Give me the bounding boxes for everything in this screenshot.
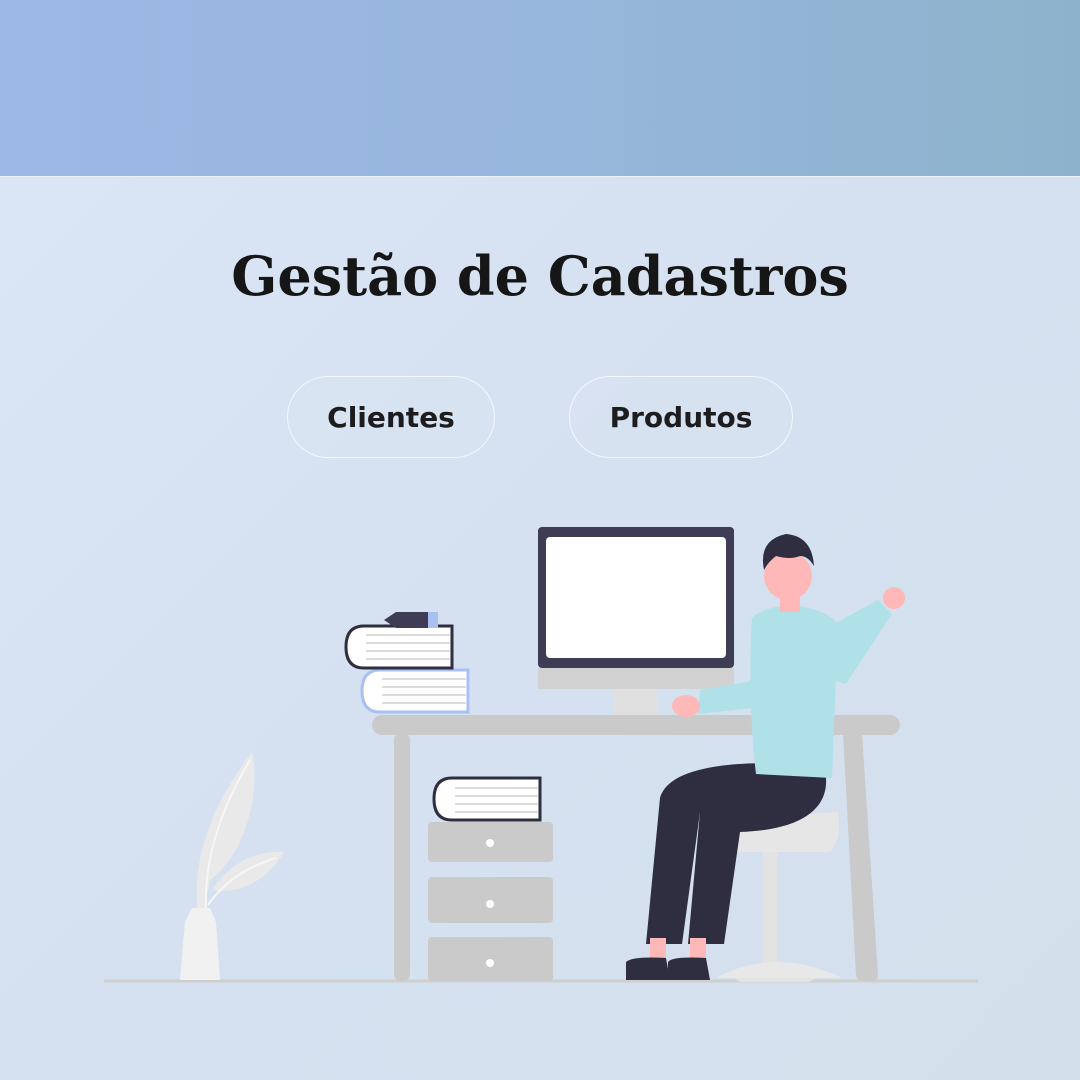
monitor-icon — [538, 527, 734, 715]
book-icon — [432, 776, 542, 822]
top-banner — [0, 0, 1080, 177]
clientes-button[interactable]: Clientes — [287, 376, 495, 458]
produtos-button[interactable]: Produtos — [569, 376, 793, 458]
book-stack-icon — [344, 612, 470, 714]
drawer-cabinet — [428, 822, 553, 981]
workspace-illustration — [104, 527, 978, 983]
plant-icon — [180, 752, 284, 980]
page-title: Gestão de Cadastros — [231, 244, 849, 308]
nav-buttons: Clientes Produtos — [0, 376, 1080, 460]
